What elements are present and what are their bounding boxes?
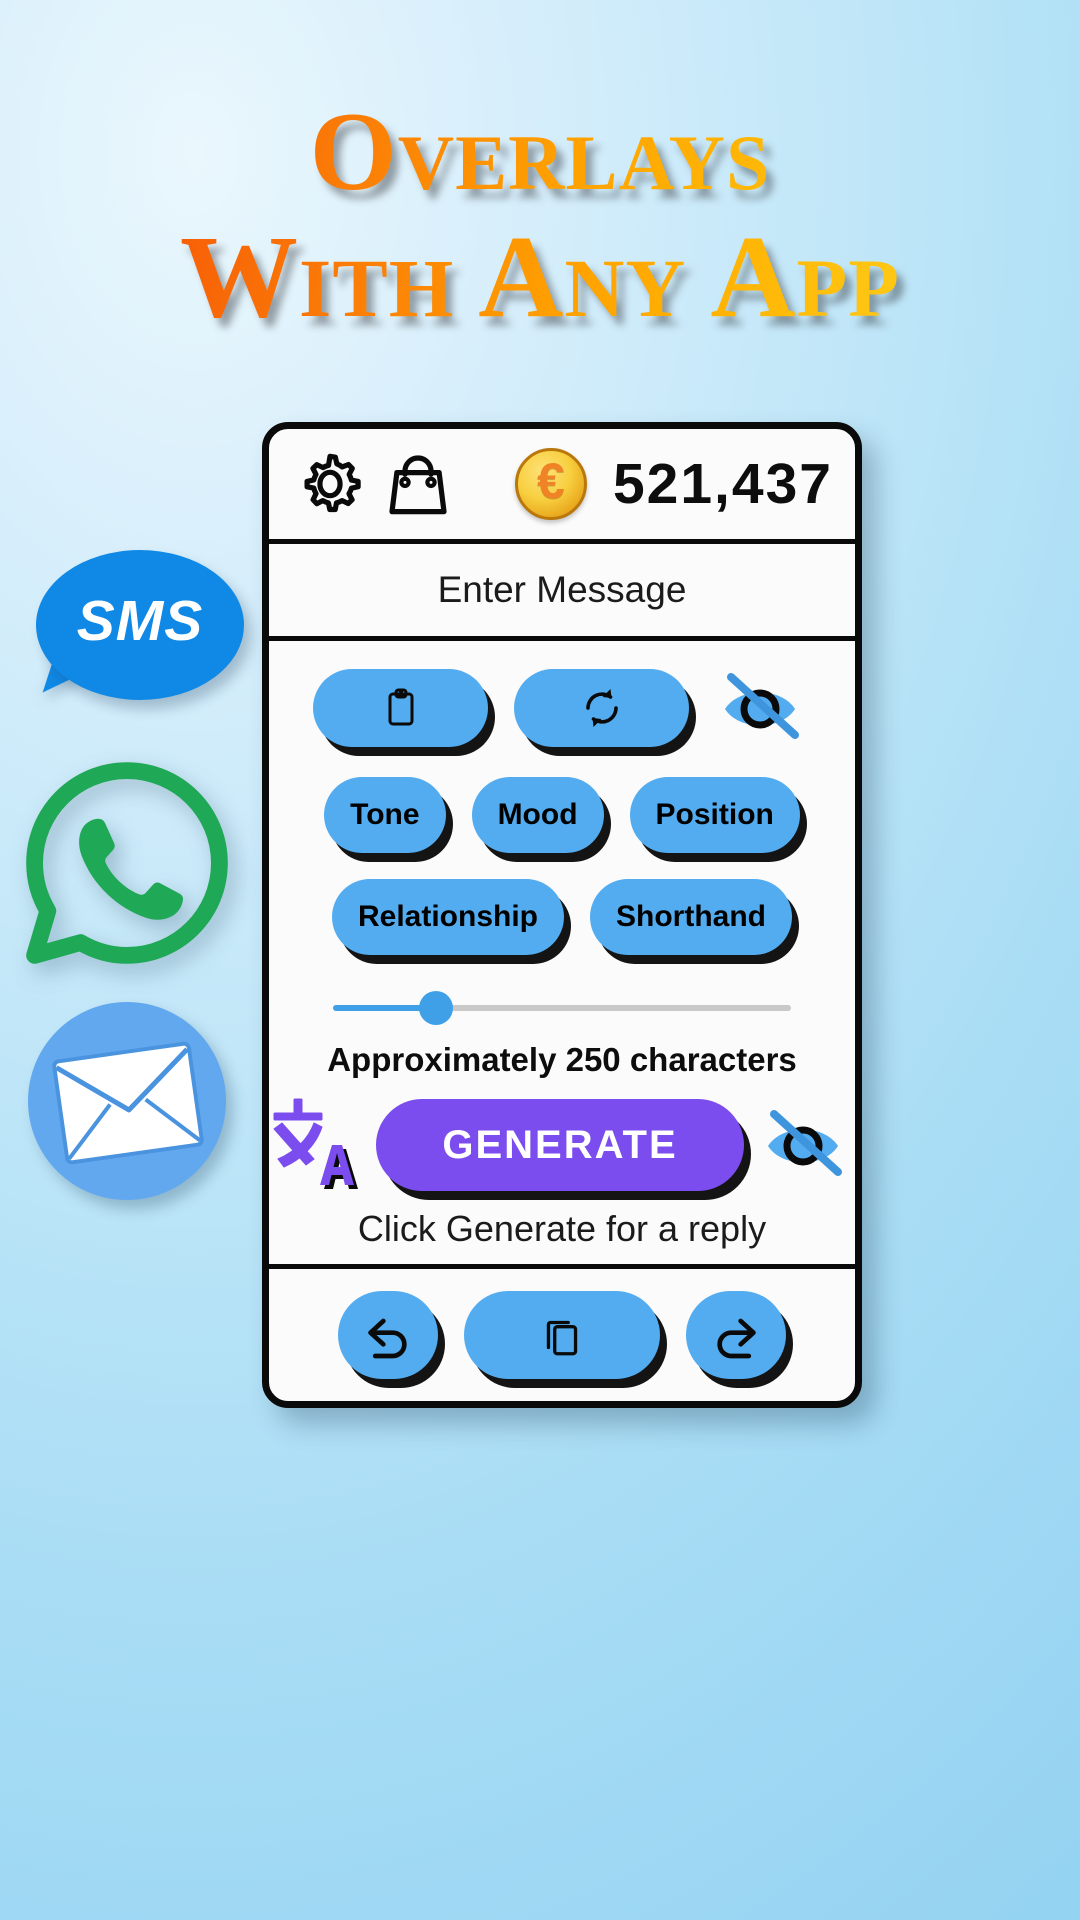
option-chip-row-1: Tone Mood Position <box>269 777 855 853</box>
message-input-placeholder: Enter Message <box>437 569 687 610</box>
headline-line-2: With Any App <box>0 218 1080 336</box>
headline: Overlays With Any App <box>0 96 1080 336</box>
generate-button-label: GENERATE <box>442 1122 678 1167</box>
slider-track-fill <box>333 1005 433 1011</box>
headline-line-1: Overlays <box>0 96 1080 208</box>
generate-button[interactable]: GENERATE <box>376 1099 744 1191</box>
regenerate-button[interactable] <box>514 669 689 747</box>
chip-position[interactable]: Position <box>629 777 800 853</box>
toggle-visibility-top-button[interactable] <box>715 665 811 751</box>
phone-mockup: € 521,437 Enter Message Tone Mood Positi… <box>262 422 862 1408</box>
character-count-label: Approximately 250 characters <box>327 1041 797 1078</box>
undo-icon <box>368 1318 407 1359</box>
reply-output-area: Click Generate for a reply <box>269 1193 855 1264</box>
gear-icon[interactable] <box>291 445 369 523</box>
paste-button[interactable] <box>313 669 488 747</box>
chip-relationship[interactable]: Relationship <box>331 879 564 955</box>
slider-thumb[interactable] <box>419 991 453 1025</box>
eye-off-icon <box>768 1110 842 1176</box>
chip-tone[interactable]: Tone <box>324 777 446 853</box>
copy-button[interactable] <box>464 1291 660 1379</box>
message-input[interactable]: Enter Message <box>269 544 855 636</box>
reply-hint-text: Click Generate for a reply <box>357 1207 767 1249</box>
chip-position-label: Position <box>655 798 774 831</box>
translate-button[interactable] <box>270 1097 362 1193</box>
redo-button[interactable] <box>686 1291 786 1379</box>
chip-shorthand[interactable]: Shorthand <box>590 879 792 955</box>
shopping-bag-icon[interactable] <box>379 445 457 523</box>
whatsapp-icon <box>22 758 232 968</box>
copy-icon <box>546 1320 578 1356</box>
toggle-visibility-bottom-button[interactable] <box>758 1102 854 1188</box>
bottom-toolbar <box>269 1269 855 1401</box>
translate-icon <box>273 1098 358 1189</box>
chip-mood-label: Mood <box>497 798 578 831</box>
action-button-row <box>269 665 855 751</box>
email-icon <box>28 1002 226 1200</box>
chip-shorthand-label: Shorthand <box>616 900 766 933</box>
sms-label: SMS <box>76 589 204 653</box>
app-top-bar: € 521,437 <box>269 429 855 539</box>
refresh-icon <box>585 689 618 727</box>
chip-tone-label: Tone <box>350 798 420 831</box>
eye-off-icon <box>725 673 799 739</box>
chip-mood[interactable]: Mood <box>471 777 604 853</box>
option-chip-row-2: Relationship Shorthand <box>269 879 855 955</box>
sms-bubble-body: SMS <box>36 550 244 700</box>
app-body: Tone Mood Position Relationship Shorthan… <box>269 641 855 1264</box>
coin-icon: € <box>514 448 587 520</box>
coin-currency-symbol: € <box>537 453 565 509</box>
coin-balance: 521,437 <box>612 452 833 516</box>
generate-row: GENERATE <box>269 1097 855 1193</box>
sms-icon: SMS <box>36 550 244 705</box>
clipboard-icon <box>388 688 413 726</box>
length-slider[interactable] <box>269 991 855 1025</box>
chip-relationship-label: Relationship <box>357 900 538 933</box>
redo-icon <box>717 1318 756 1359</box>
undo-button[interactable] <box>338 1291 438 1379</box>
